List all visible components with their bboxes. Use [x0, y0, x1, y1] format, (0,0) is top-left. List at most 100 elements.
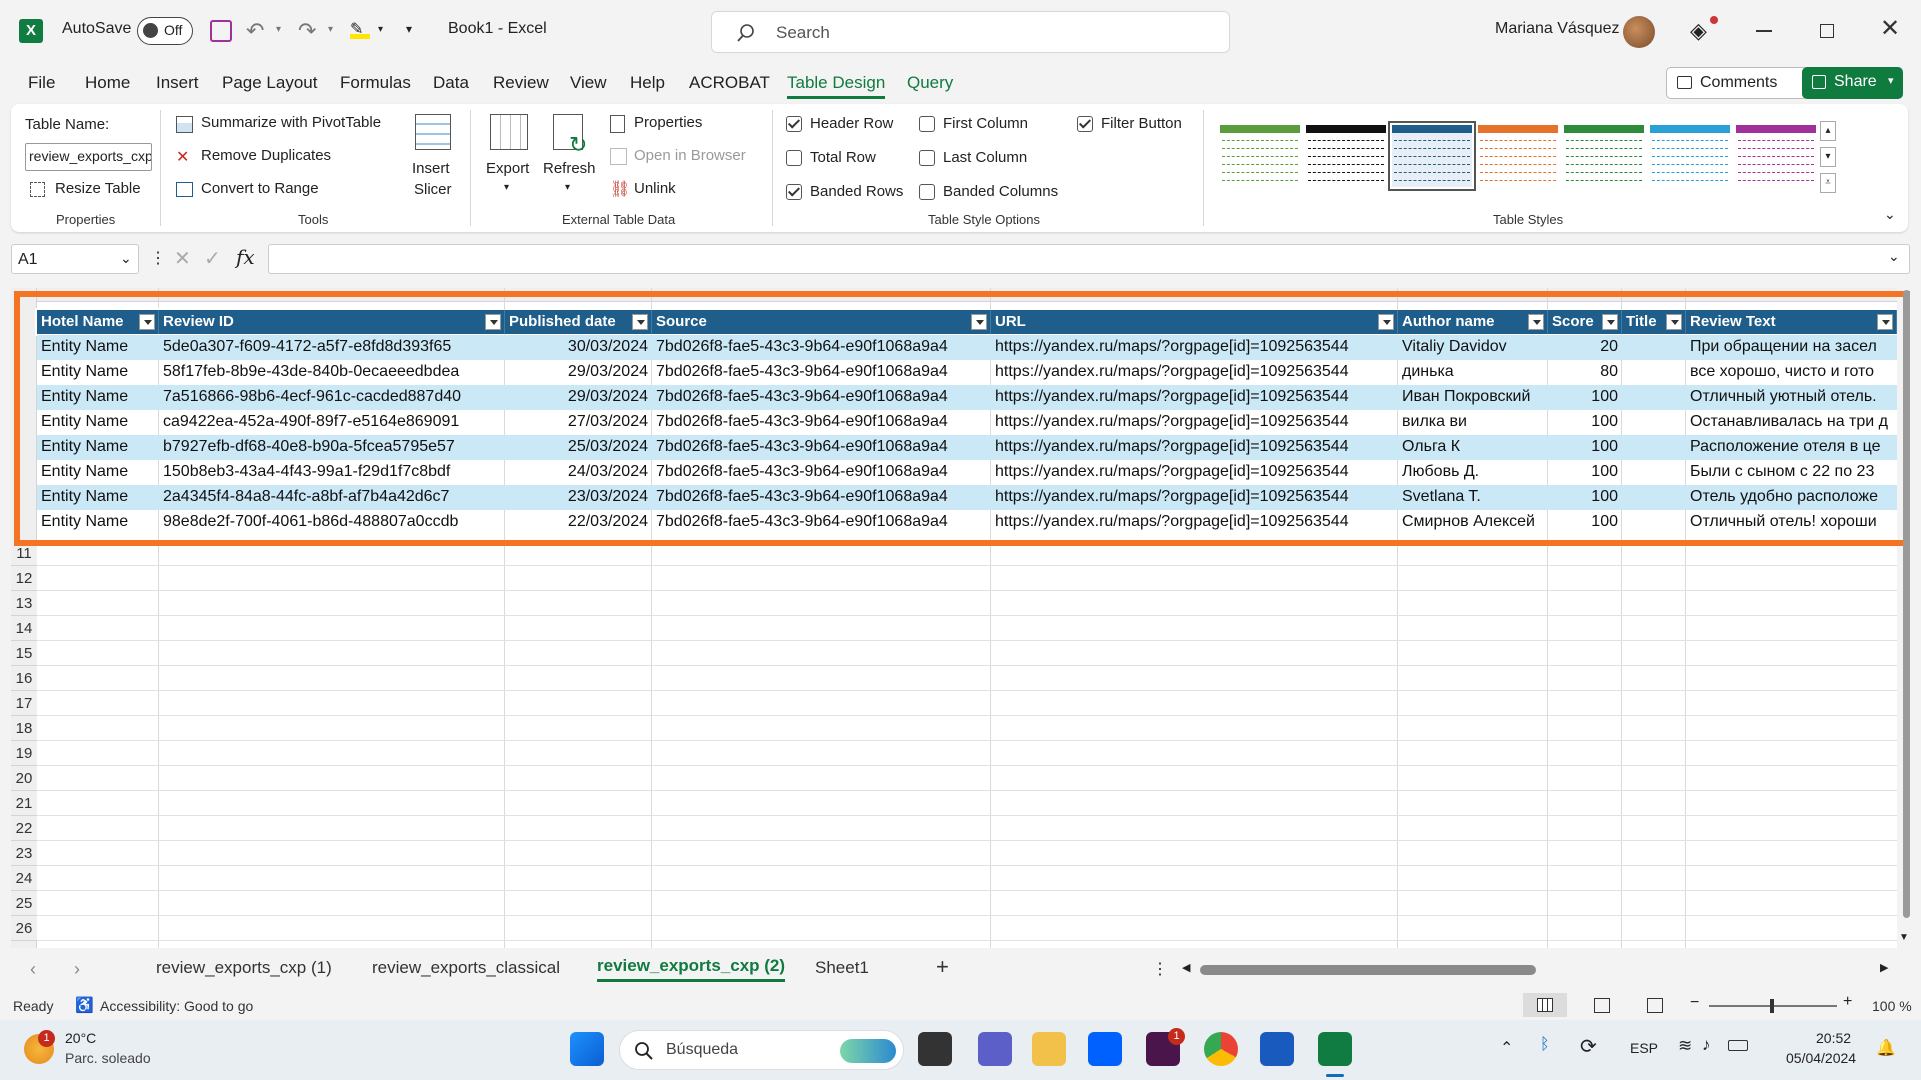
excel-taskbar-icon[interactable]: [1318, 1032, 1352, 1066]
sheet-tab-1[interactable]: review_exports_cxp (1): [156, 958, 332, 978]
table-style-thumb[interactable]: [1564, 125, 1644, 187]
user-name[interactable]: Mariana Vásquez: [1495, 20, 1620, 38]
row-number[interactable]: 23: [11, 841, 37, 866]
vertical-scrollbar[interactable]: [1903, 290, 1910, 918]
sheet-tab-3[interactable]: review_exports_cxp (2): [597, 956, 786, 982]
row-number[interactable]: 26: [11, 916, 37, 941]
avatar[interactable]: [1623, 16, 1655, 48]
clock-time[interactable]: 20:52: [1816, 1030, 1851, 1046]
clock-date[interactable]: 05/04/2024: [1786, 1050, 1856, 1066]
formula-bar-dots-icon[interactable]: ⋮: [150, 248, 166, 268]
menu-table-design[interactable]: Table Design: [787, 73, 886, 99]
notifications-bell-icon[interactable]: 🔔: [1876, 1038, 1896, 1058]
last-column-checkbox[interactable]: [919, 150, 935, 166]
table-style-thumb[interactable]: [1306, 125, 1386, 187]
gallery-more-icon[interactable]: ⩡: [1820, 173, 1836, 193]
show-hidden-icons-icon[interactable]: ⌃: [1500, 1038, 1513, 1058]
battery-icon[interactable]: [1728, 1040, 1748, 1051]
zoom-out-icon[interactable]: −: [1690, 994, 1699, 1012]
row-number[interactable]: 15: [11, 641, 37, 666]
hscroll-left-icon[interactable]: ◀: [1182, 961, 1190, 974]
task-view-icon[interactable]: [918, 1032, 952, 1066]
sheet-tab-2[interactable]: review_exports_classical: [372, 958, 560, 978]
row-number[interactable]: 12: [11, 566, 37, 591]
name-box-dropdown-icon[interactable]: ⌄: [120, 250, 132, 267]
highlight-dropdown-icon[interactable]: ▾: [378, 24, 383, 35]
zoom-level[interactable]: 100 %: [1872, 998, 1912, 1014]
menu-page-layout[interactable]: Page Layout: [222, 73, 317, 93]
zoom-in-icon[interactable]: +: [1843, 993, 1852, 1011]
insert-slicer-button[interactable]: Insert Slicer: [408, 112, 458, 204]
redo-icon[interactable]: ↷: [298, 18, 316, 44]
sync-icon[interactable]: ⟳: [1580, 1034, 1597, 1059]
row-number[interactable]: 19: [11, 741, 37, 766]
menu-file[interactable]: File: [28, 73, 55, 93]
scroll-down-icon[interactable]: ▼: [1899, 932, 1909, 943]
row-number[interactable]: 21: [11, 791, 37, 816]
row-number[interactable]: 16: [11, 666, 37, 691]
gallery-down-icon[interactable]: ▾: [1820, 147, 1836, 167]
export-button[interactable]: Export ▾: [484, 112, 534, 204]
menu-query[interactable]: Query: [907, 73, 953, 93]
table-style-thumb[interactable]: [1478, 125, 1558, 187]
table-style-thumb[interactable]: [1220, 125, 1300, 187]
sheet-tab-4[interactable]: Sheet1: [815, 958, 869, 978]
menu-home[interactable]: Home: [85, 73, 130, 93]
banded-columns-checkbox[interactable]: [919, 184, 935, 200]
windows-start-icon[interactable]: [570, 1032, 604, 1066]
formula-input[interactable]: [268, 244, 1910, 274]
insert-function-icon[interactable]: fx: [236, 245, 255, 269]
save-icon[interactable]: [210, 20, 232, 42]
cancel-entry-icon[interactable]: ✕: [174, 246, 191, 271]
row-number[interactable]: 24: [11, 866, 37, 891]
tab-scroll-right-icon[interactable]: ›: [74, 959, 80, 980]
menu-insert[interactable]: Insert: [156, 73, 199, 93]
language-indicator[interactable]: ESP: [1630, 1040, 1658, 1056]
dropbox-icon[interactable]: [1088, 1032, 1122, 1066]
wifi-icon[interactable]: ≋: [1678, 1036, 1692, 1056]
menu-formulas[interactable]: Formulas: [340, 73, 411, 93]
row-number[interactable]: 14: [11, 616, 37, 641]
word-icon[interactable]: [1260, 1032, 1294, 1066]
row-number[interactable]: 17: [11, 691, 37, 716]
row-number[interactable]: 18: [11, 716, 37, 741]
search-box[interactable]: Search: [711, 11, 1230, 53]
table-name-input[interactable]: review_exports_cxp: [25, 143, 152, 171]
row-number[interactable]: 25: [11, 891, 37, 916]
chrome-icon[interactable]: [1204, 1032, 1238, 1066]
row-number[interactable]: 20: [11, 766, 37, 791]
taskbar-search[interactable]: Búsqueda: [619, 1030, 904, 1070]
share-dropdown-icon[interactable]: ▾: [1888, 74, 1894, 87]
redo-dropdown-icon[interactable]: ▾: [328, 24, 333, 35]
gallery-up-icon[interactable]: ▴: [1820, 121, 1836, 141]
share-button[interactable]: Share ▾: [1802, 67, 1903, 99]
restore-icon[interactable]: [1820, 24, 1834, 38]
page-break-view-icon[interactable]: [1647, 998, 1663, 1013]
refresh-button[interactable]: ↻ Refresh ▾: [541, 112, 599, 204]
comments-button[interactable]: Comments: [1666, 67, 1808, 99]
row-number[interactable]: 13: [11, 591, 37, 616]
zoom-slider-thumb[interactable]: [1770, 999, 1774, 1013]
header-row-checkbox[interactable]: [786, 116, 802, 132]
confirm-entry-icon[interactable]: ✓: [204, 246, 221, 271]
name-box[interactable]: A1 ⌄: [11, 244, 139, 274]
menu-data[interactable]: Data: [433, 73, 469, 93]
menu-acrobat[interactable]: ACROBAT: [689, 73, 770, 93]
diamond-icon[interactable]: ◈: [1690, 18, 1707, 44]
tab-scroll-left-icon[interactable]: ‹: [30, 959, 36, 980]
close-icon[interactable]: ✕: [1880, 14, 1900, 43]
bluetooth-icon[interactable]: ᛒ: [1540, 1036, 1550, 1054]
table-style-thumb[interactable]: [1388, 121, 1476, 191]
autosave-toggle[interactable]: Off: [137, 17, 193, 45]
accessibility-status[interactable]: Accessibility: Good to go: [100, 998, 253, 1014]
teams-icon[interactable]: [978, 1032, 1012, 1066]
expand-formula-bar-icon[interactable]: ⌄: [1888, 248, 1900, 265]
minimize-icon[interactable]: [1756, 30, 1772, 32]
first-column-checkbox[interactable]: [919, 116, 935, 132]
total-row-checkbox[interactable]: [786, 150, 802, 166]
table-style-thumb[interactable]: [1650, 125, 1730, 187]
undo-icon[interactable]: ↶: [246, 18, 264, 44]
table-style-thumb[interactable]: [1736, 125, 1816, 187]
undo-dropdown-icon[interactable]: ▾: [276, 24, 281, 35]
hscroll-right-icon[interactable]: ▶: [1880, 961, 1888, 974]
